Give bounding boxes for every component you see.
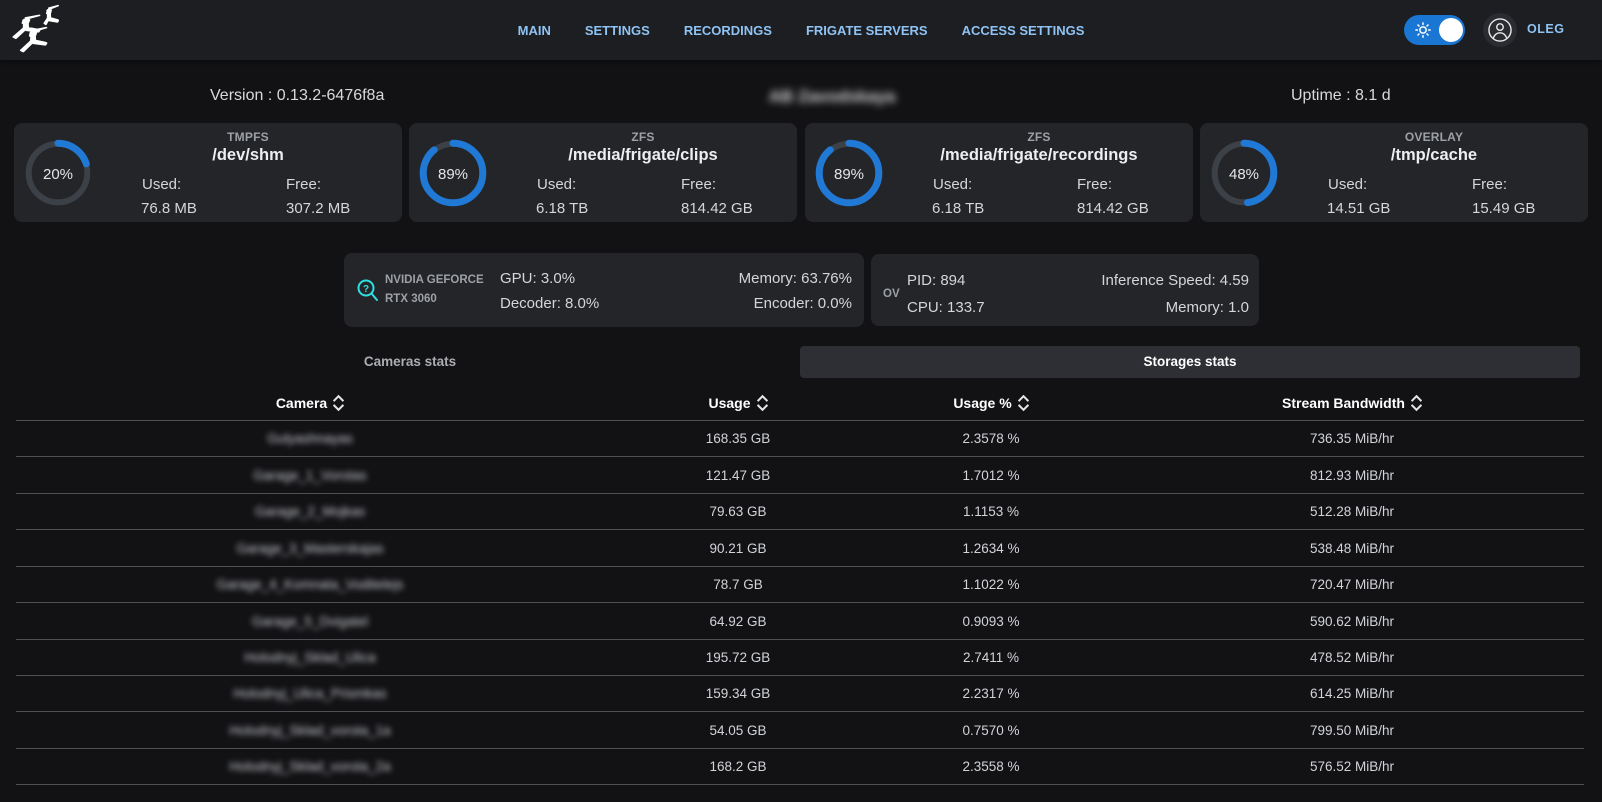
svg-text:?: ? [363,284,369,295]
svg-text:20%: 20% [43,166,73,183]
svg-text:89%: 89% [438,166,468,183]
svg-text:89%: 89% [834,166,864,183]
svg-text:48%: 48% [1229,166,1259,183]
